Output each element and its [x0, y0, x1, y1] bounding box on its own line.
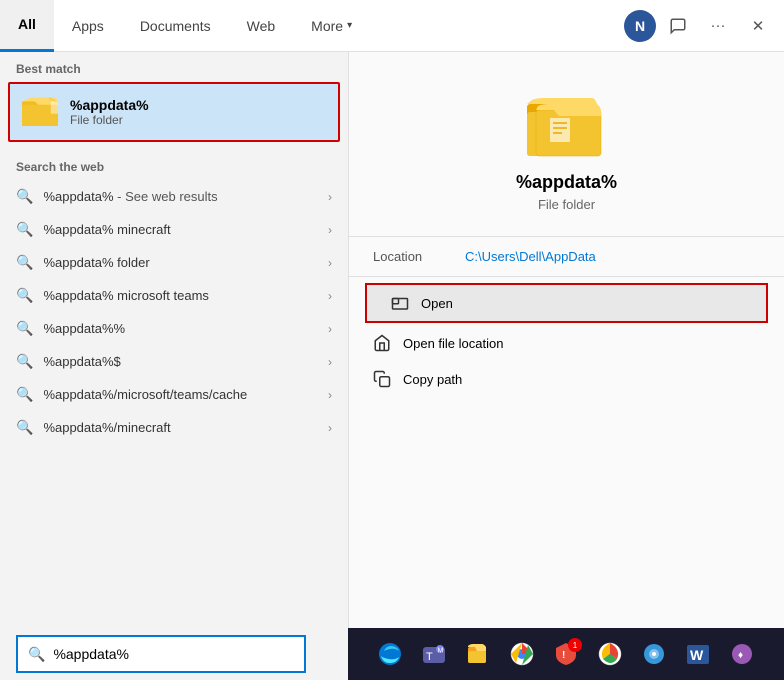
svg-text:T: T: [426, 651, 433, 663]
open-label: Open: [421, 296, 453, 311]
search-icon-6: 🔍: [16, 386, 33, 403]
search-icon-2: 🔍: [16, 254, 33, 271]
web-item-0[interactable]: 🔍 %appdata% - See web results ›: [0, 180, 348, 213]
search-bar-container: 🔍: [16, 635, 306, 673]
taskbar-app8[interactable]: ♦: [724, 636, 760, 672]
avatar[interactable]: N: [624, 10, 656, 42]
open-action[interactable]: Open: [365, 283, 768, 323]
chevron-right-icon-0: ›: [328, 190, 332, 204]
web-item-6[interactable]: 🔍 %appdata%/microsoft/teams/cache ›: [0, 378, 348, 411]
best-match-name: %appdata%: [70, 97, 149, 113]
taskbar-app7[interactable]: [636, 636, 672, 672]
top-nav: All Apps Documents Web More ▾ N ··· ✕: [0, 0, 784, 52]
web-item-3[interactable]: 🔍 %appdata% microsoft teams ›: [0, 279, 348, 312]
svg-text:M: M: [438, 648, 444, 655]
search-icon-3: 🔍: [16, 287, 33, 304]
right-panel: %appdata% File folder Location C:\Users\…: [348, 52, 784, 628]
search-icon-5: 🔍: [16, 353, 33, 370]
open-file-location-label: Open file location: [403, 336, 503, 351]
tab-more[interactable]: More ▾: [293, 0, 370, 52]
taskbar: TM ! 1 W ♦: [348, 628, 784, 680]
tab-apps[interactable]: Apps: [54, 0, 122, 52]
chevron-right-icon-2: ›: [328, 256, 332, 270]
open-icon: [391, 294, 409, 312]
close-icon[interactable]: ✕: [740, 8, 776, 44]
chevron-down-icon: ▾: [347, 20, 352, 31]
web-item-4[interactable]: 🔍 %appdata%% ›: [0, 312, 348, 345]
preview-title: %appdata%: [516, 172, 617, 193]
web-item-2[interactable]: 🔍 %appdata% folder ›: [0, 246, 348, 279]
preview-subtitle: File folder: [538, 197, 595, 212]
ellipsis-icon[interactable]: ···: [700, 8, 736, 44]
chevron-right-icon-1: ›: [328, 223, 332, 237]
divider-top: [349, 236, 784, 237]
copy-path-label: Copy path: [403, 372, 462, 387]
svg-text:W: W: [690, 647, 704, 663]
taskbar-word[interactable]: W: [680, 636, 716, 672]
chevron-right-icon-4: ›: [328, 322, 332, 336]
divider-mid: [349, 276, 784, 277]
search-input[interactable]: [53, 646, 294, 662]
preview-folder-icon: [522, 82, 612, 162]
web-item-5[interactable]: 🔍 %appdata%$ ›: [0, 345, 348, 378]
taskbar-edge[interactable]: [372, 636, 408, 672]
best-match-text: %appdata% File folder: [70, 97, 149, 127]
chevron-right-icon-5: ›: [328, 355, 332, 369]
tab-all[interactable]: All: [0, 0, 54, 52]
location-row: Location C:\Users\Dell\AppData: [349, 241, 784, 272]
security-badge: 1: [568, 638, 582, 652]
copy-path-icon: [373, 370, 391, 388]
location-label: Location: [373, 249, 453, 264]
feedback-icon[interactable]: [660, 8, 696, 44]
bottom-bar: 🔍 TM ! 1: [0, 628, 784, 680]
open-file-location-action[interactable]: Open file location: [349, 325, 784, 361]
open-location-icon: [373, 334, 391, 352]
left-panel: Best match %appdata% File folder: [0, 52, 348, 628]
web-item-7[interactable]: 🔍 %appdata%/minecraft ›: [0, 411, 348, 444]
taskbar-files[interactable]: [460, 636, 496, 672]
svg-text:♦: ♦: [738, 650, 743, 661]
svg-text:!: !: [562, 650, 565, 661]
main-layout: Best match %appdata% File folder: [0, 52, 784, 628]
search-icon-7: 🔍: [16, 419, 33, 436]
search-icon-1: 🔍: [16, 221, 33, 238]
taskbar-security[interactable]: ! 1: [548, 636, 584, 672]
copy-path-action[interactable]: Copy path: [349, 361, 784, 397]
search-bar-icon: 🔍: [28, 646, 45, 663]
tab-documents[interactable]: Documents: [122, 0, 229, 52]
search-icon-0: 🔍: [16, 188, 33, 205]
chevron-right-icon-7: ›: [328, 421, 332, 435]
chevron-right-icon-6: ›: [328, 388, 332, 402]
web-item-1[interactable]: 🔍 %appdata% minecraft ›: [0, 213, 348, 246]
nav-right-icons: N ··· ✕: [624, 8, 784, 44]
folder-icon: [22, 94, 58, 130]
taskbar-teams[interactable]: TM: [416, 636, 452, 672]
search-bar-area: 🔍: [0, 628, 348, 680]
location-link[interactable]: C:\Users\Dell\AppData: [465, 249, 596, 264]
chevron-right-icon-3: ›: [328, 289, 332, 303]
taskbar-chrome[interactable]: [504, 636, 540, 672]
best-match-label: Best match: [0, 52, 348, 82]
tab-web[interactable]: Web: [229, 0, 294, 52]
taskbar-chrome2[interactable]: [592, 636, 628, 672]
web-section-label: Search the web: [0, 150, 348, 180]
best-match-item[interactable]: %appdata% File folder: [8, 82, 340, 142]
best-match-type: File folder: [70, 113, 149, 127]
search-icon-4: 🔍: [16, 320, 33, 337]
